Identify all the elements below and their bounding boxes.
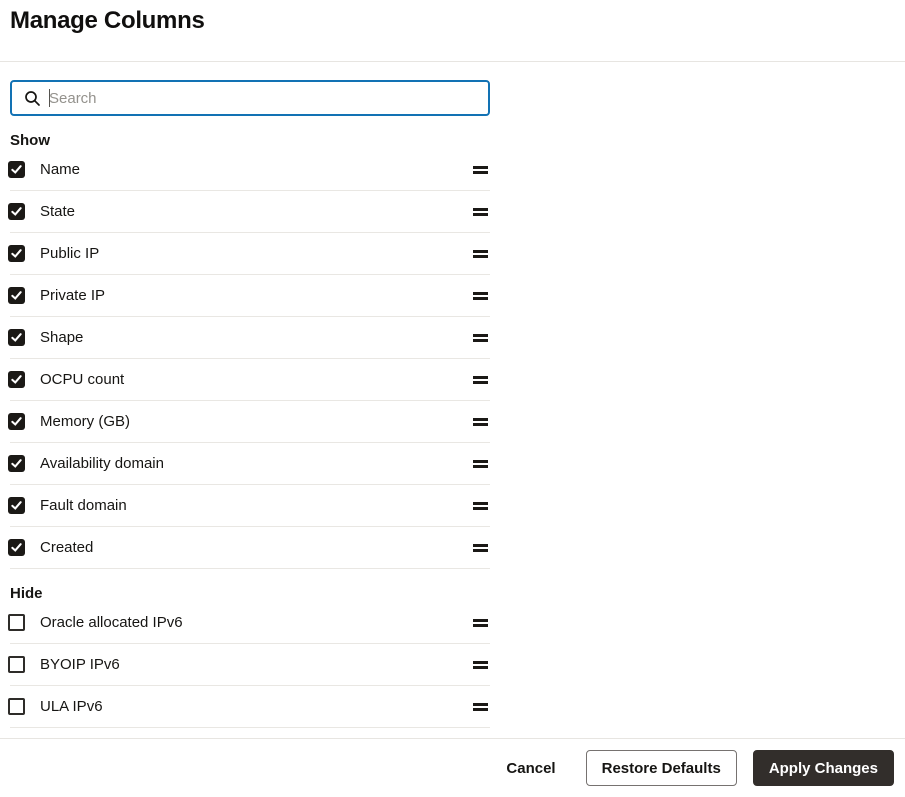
column-label: Shape bbox=[40, 329, 473, 346]
checkmark-icon bbox=[11, 248, 22, 259]
cancel-button[interactable]: Cancel bbox=[502, 750, 559, 786]
checkbox-checked[interactable] bbox=[8, 455, 25, 472]
drag-handle-icon[interactable] bbox=[473, 250, 488, 258]
column-label: Created bbox=[40, 539, 473, 556]
drag-handle-icon[interactable] bbox=[473, 376, 488, 384]
dialog-header: Manage Columns bbox=[0, 0, 905, 62]
drag-handle-icon[interactable] bbox=[473, 334, 488, 342]
column-label: Public IP bbox=[40, 245, 473, 262]
column-label: ULA IPv6 bbox=[40, 698, 473, 715]
column-row: ULA IPv6 bbox=[10, 686, 490, 728]
page-title: Manage Columns bbox=[0, 0, 905, 35]
checkbox-checked[interactable] bbox=[8, 329, 25, 346]
column-row: Public IP bbox=[10, 233, 490, 275]
checkmark-icon bbox=[11, 542, 22, 553]
checkmark-icon bbox=[11, 500, 22, 511]
column-row: Oracle allocated IPv6 bbox=[10, 602, 490, 644]
drag-handle-icon[interactable] bbox=[473, 703, 488, 711]
drag-handle-icon[interactable] bbox=[473, 418, 488, 426]
checkbox-checked[interactable] bbox=[8, 245, 25, 262]
checkmark-icon bbox=[11, 164, 22, 175]
column-row: BYOIP IPv6 bbox=[10, 644, 490, 686]
column-label: Oracle allocated IPv6 bbox=[40, 614, 473, 631]
search-box[interactable] bbox=[10, 80, 490, 116]
text-cursor bbox=[49, 89, 50, 107]
column-label: Name bbox=[40, 161, 473, 178]
column-label: OCPU count bbox=[40, 371, 473, 388]
column-row: Private IP bbox=[10, 275, 490, 317]
checkmark-icon bbox=[11, 332, 22, 343]
drag-handle-icon[interactable] bbox=[473, 166, 488, 174]
column-row: State bbox=[10, 191, 490, 233]
checkmark-icon bbox=[11, 374, 22, 385]
section-heading-show: Show bbox=[10, 132, 905, 149]
column-label: Fault domain bbox=[40, 497, 473, 514]
checkbox-checked[interactable] bbox=[8, 371, 25, 388]
checkbox-checked[interactable] bbox=[8, 413, 25, 430]
dialog-content: Show Name State Public IP Private IP Shape OCP… bbox=[0, 80, 905, 728]
column-label: BYOIP IPv6 bbox=[40, 656, 473, 673]
checkbox-checked[interactable] bbox=[8, 287, 25, 304]
drag-handle-icon[interactable] bbox=[473, 208, 488, 216]
section-heading-hide: Hide bbox=[10, 585, 905, 602]
dialog-footer: Cancel Restore Defaults Apply Changes bbox=[0, 738, 905, 797]
drag-handle-icon[interactable] bbox=[473, 460, 488, 468]
checkmark-icon bbox=[11, 416, 22, 427]
search-input[interactable] bbox=[49, 82, 488, 114]
checkmark-icon bbox=[11, 458, 22, 469]
column-row: Shape bbox=[10, 317, 490, 359]
checkbox-checked[interactable] bbox=[8, 539, 25, 556]
drag-handle-icon[interactable] bbox=[473, 619, 488, 627]
drag-handle-icon[interactable] bbox=[473, 292, 488, 300]
checkbox-checked[interactable] bbox=[8, 497, 25, 514]
column-row: Created bbox=[10, 527, 490, 569]
column-label: Availability domain bbox=[40, 455, 473, 472]
apply-changes-button[interactable]: Apply Changes bbox=[753, 750, 894, 786]
drag-handle-icon[interactable] bbox=[473, 661, 488, 669]
column-row: Memory (GB) bbox=[10, 401, 490, 443]
column-label: State bbox=[40, 203, 473, 220]
restore-defaults-button[interactable]: Restore Defaults bbox=[586, 750, 737, 786]
checkmark-icon bbox=[11, 206, 22, 217]
column-row: Availability domain bbox=[10, 443, 490, 485]
checkbox-checked[interactable] bbox=[8, 161, 25, 178]
column-row: Fault domain bbox=[10, 485, 490, 527]
column-label: Memory (GB) bbox=[40, 413, 473, 430]
drag-handle-icon[interactable] bbox=[473, 502, 488, 510]
column-row: OCPU count bbox=[10, 359, 490, 401]
checkbox-checked[interactable] bbox=[8, 203, 25, 220]
checkbox-unchecked[interactable] bbox=[8, 698, 25, 715]
checkbox-unchecked[interactable] bbox=[8, 656, 25, 673]
column-row: Name bbox=[10, 149, 490, 191]
search-icon bbox=[24, 90, 41, 107]
drag-handle-icon[interactable] bbox=[473, 544, 488, 552]
checkbox-unchecked[interactable] bbox=[8, 614, 25, 631]
column-label: Private IP bbox=[40, 287, 473, 304]
column-sections: Show Name State Public IP Private IP Shape OCP… bbox=[10, 132, 905, 728]
checkmark-icon bbox=[11, 290, 22, 301]
manage-columns-dialog: Manage Columns Show Name State Public IP Pri… bbox=[0, 0, 905, 728]
